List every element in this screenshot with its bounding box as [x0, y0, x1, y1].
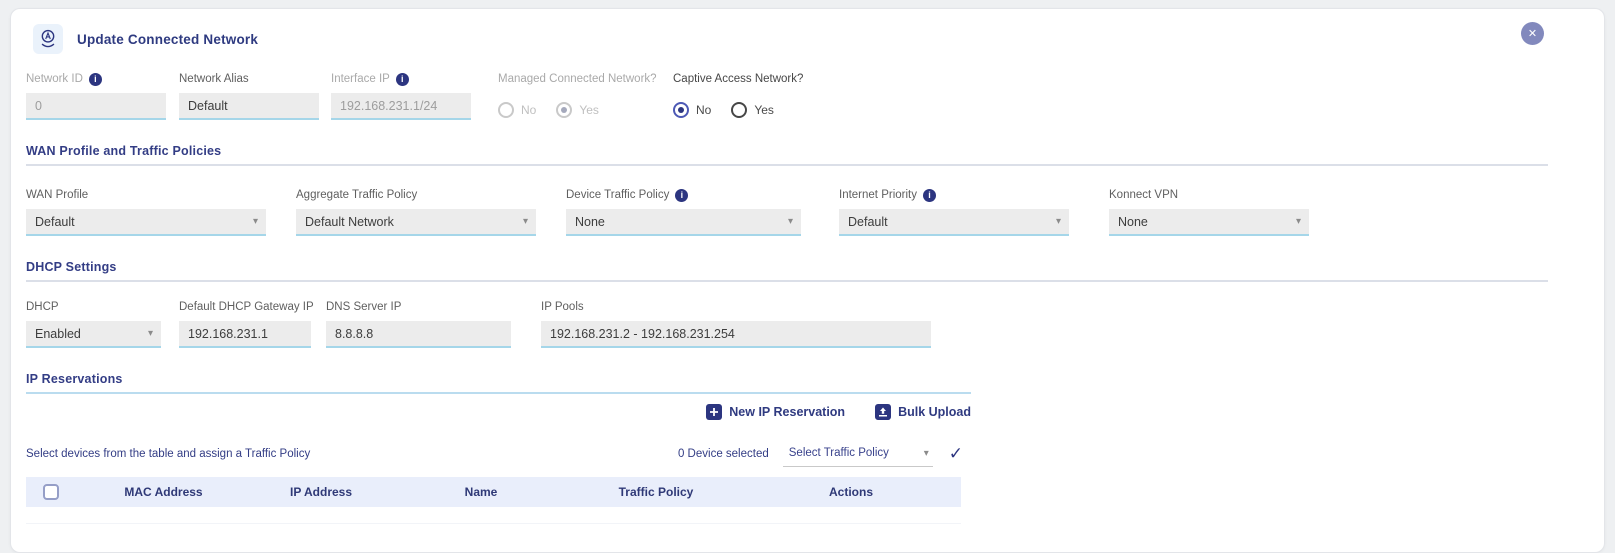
konnect-vpn-label: Konnect VPN [1109, 188, 1309, 202]
interface-ip-input [331, 93, 471, 120]
wan-section-divider [26, 164, 1548, 166]
dhcp-gateway-input[interactable] [179, 321, 311, 348]
ip-pools-field: IP Pools [541, 300, 931, 348]
wan-profile-field: WAN Profile Default ▾ [26, 188, 266, 236]
column-header-traffic-policy: Traffic Policy [571, 485, 741, 499]
dns-server-input[interactable] [326, 321, 511, 348]
apply-policy-check-icon[interactable]: ✓ [949, 444, 963, 464]
internet-priority-field: Internet Priority i Default ▾ [839, 188, 1069, 236]
wan-profile-label: WAN Profile [26, 188, 266, 202]
device-traffic-policy-field: Device Traffic Policy i None ▾ [566, 188, 801, 236]
captive-yes-radio[interactable] [731, 102, 747, 118]
table-header-row: MAC Address IP Address Name Traffic Poli… [26, 477, 961, 507]
dhcp-section-heading: DHCP Settings [26, 260, 1604, 274]
chevron-down-icon: ▾ [523, 216, 528, 227]
basic-fields-row: Network ID i Network Alias Interface IP … [26, 72, 1604, 120]
aggregate-traffic-policy-field: Aggregate Traffic Policy Default Network… [296, 188, 536, 236]
interface-ip-field: Interface IP i [331, 72, 471, 120]
aggregate-traffic-policy-label: Aggregate Traffic Policy [296, 188, 536, 202]
chevron-down-icon: ▾ [1296, 216, 1301, 227]
dhcp-select[interactable]: Enabled ▾ [26, 321, 161, 348]
konnect-vpn-select[interactable]: None ▾ [1109, 209, 1309, 236]
bulk-upload-button[interactable]: Bulk Upload [875, 404, 971, 420]
chevron-down-icon: ▾ [924, 448, 929, 459]
device-traffic-policy-select[interactable]: None ▾ [566, 209, 801, 236]
ip-reservations-table: MAC Address IP Address Name Traffic Poli… [26, 477, 961, 524]
interface-ip-label: Interface IP i [331, 72, 471, 86]
captive-network-radio-group: Captive Access Network? No Yes [673, 72, 803, 120]
network-alias-label: Network Alias [179, 72, 319, 86]
dhcp-label: DHCP [26, 300, 161, 314]
column-header-mac-address: MAC Address [76, 485, 251, 499]
dns-server-label: DNS Server IP [326, 300, 511, 314]
aggregate-traffic-policy-select[interactable]: Default Network ▾ [296, 209, 536, 236]
ip-reservations-heading: IP Reservations [26, 372, 1604, 386]
chevron-down-icon: ▾ [148, 328, 153, 339]
network-id-input [26, 93, 166, 120]
app-logo-icon [33, 24, 63, 54]
plus-icon [706, 404, 722, 420]
info-icon[interactable]: i [923, 189, 936, 202]
reservation-actions-row: New IP Reservation Bulk Upload [26, 404, 971, 420]
dhcp-field: DHCP Enabled ▾ [26, 300, 161, 348]
info-icon[interactable]: i [89, 73, 102, 86]
managed-yes-radio [556, 102, 572, 118]
chevron-down-icon: ▾ [788, 216, 793, 227]
konnect-vpn-field: Konnect VPN None ▾ [1109, 188, 1309, 236]
dhcp-section-divider [26, 280, 1548, 282]
dhcp-gateway-label: Default DHCP Gateway IP [179, 300, 311, 314]
managed-network-radio-group: Managed Connected Network? No Yes [498, 72, 658, 120]
column-header-ip-address: IP Address [251, 485, 391, 499]
network-id-field: Network ID i [26, 72, 166, 120]
column-header-name: Name [391, 485, 571, 499]
internet-priority-label: Internet Priority i [839, 188, 1069, 202]
new-ip-reservation-button[interactable]: New IP Reservation [706, 404, 845, 420]
info-icon[interactable]: i [675, 189, 688, 202]
table-row [26, 507, 961, 524]
ip-reservations-divider [26, 392, 971, 394]
managed-no-radio [498, 102, 514, 118]
chevron-down-icon: ▾ [253, 216, 258, 227]
upload-icon [875, 404, 891, 420]
captive-no-radio[interactable] [673, 102, 689, 118]
ip-pools-label: IP Pools [541, 300, 931, 314]
dialog-header: Update Connected Network [33, 24, 1604, 54]
select-traffic-policy-dropdown[interactable]: Select Traffic Policy ▾ [783, 440, 933, 467]
device-selected-count: 0 Device selected [678, 448, 769, 460]
network-alias-input[interactable] [179, 93, 319, 120]
wan-profile-select[interactable]: Default ▾ [26, 209, 266, 236]
assign-policy-row: Select devices from the table and assign… [26, 440, 971, 467]
ip-pools-input[interactable] [541, 321, 931, 348]
wan-fields-row: WAN Profile Default ▾ Aggregate Traffic … [26, 188, 1604, 236]
dhcp-gateway-field: Default DHCP Gateway IP [179, 300, 311, 348]
dns-server-field: DNS Server IP [326, 300, 511, 348]
network-alias-field: Network Alias [179, 72, 319, 120]
chevron-down-icon: ▾ [1056, 216, 1061, 227]
select-all-checkbox[interactable] [43, 484, 59, 500]
captive-no-label: No [696, 103, 711, 117]
dialog-title: Update Connected Network [77, 32, 258, 47]
captive-yes-label: Yes [754, 103, 774, 117]
update-connected-network-dialog: Update Connected Network ✕ Network ID i … [10, 8, 1605, 553]
dhcp-fields-row: DHCP Enabled ▾ Default DHCP Gateway IP D… [26, 300, 1604, 348]
column-header-actions: Actions [741, 485, 961, 499]
captive-network-label: Captive Access Network? [673, 72, 803, 86]
close-icon[interactable]: ✕ [1521, 22, 1544, 45]
managed-yes-label: Yes [579, 103, 599, 117]
assign-hint-text: Select devices from the table and assign… [26, 448, 310, 460]
wan-section-heading: WAN Profile and Traffic Policies [26, 144, 1604, 158]
network-id-label: Network ID i [26, 72, 166, 86]
device-traffic-policy-label: Device Traffic Policy i [566, 188, 801, 202]
managed-network-label: Managed Connected Network? [498, 72, 658, 86]
managed-no-label: No [521, 103, 536, 117]
internet-priority-select[interactable]: Default ▾ [839, 209, 1069, 236]
info-icon[interactable]: i [396, 73, 409, 86]
